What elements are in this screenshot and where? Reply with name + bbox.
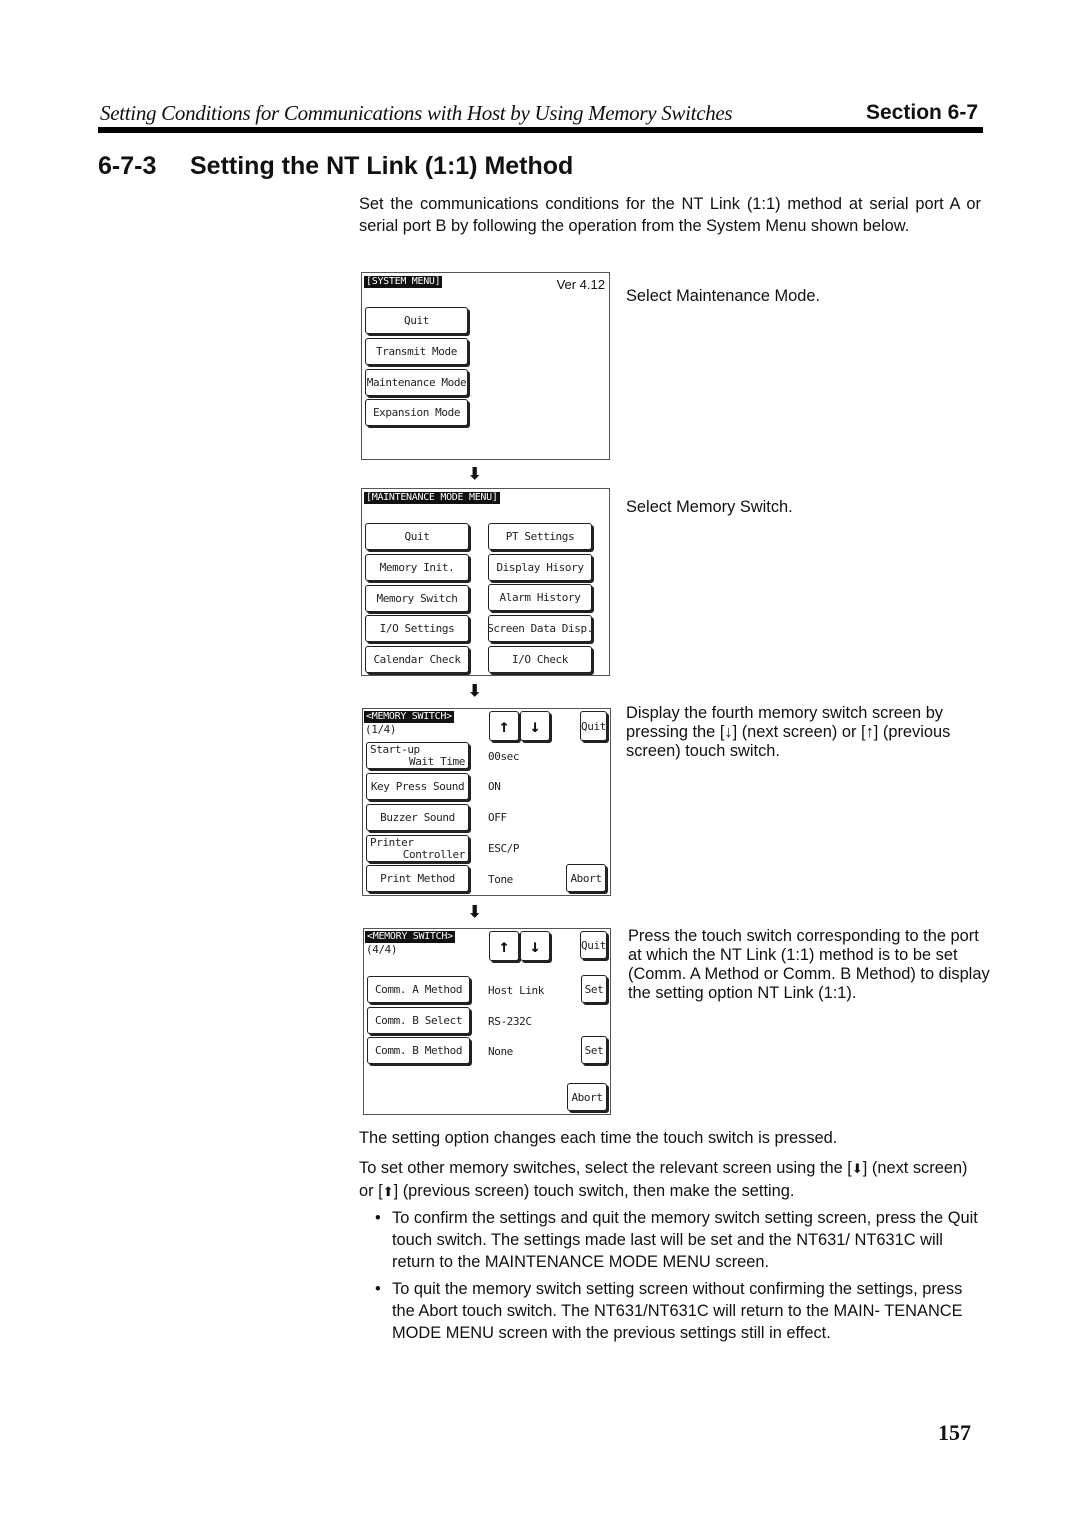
system-menu-screen: [SYSTEM MENU] Ver 4.12 Quit Transmit Mod… (361, 272, 610, 460)
memory-switch-screen-1: <MEMORY SWITCH> (1/4) ↑ ↓ Quit Start-up … (362, 708, 611, 896)
text: ] (previous screen) touch switch, then m… (393, 1182, 795, 1200)
print-method-button[interactable]: Print Method (366, 865, 469, 892)
page-number: 157 (938, 1420, 971, 1445)
intro-paragraph: Set the communications conditions for th… (359, 195, 981, 235)
bullet-icon: • (375, 1209, 381, 1227)
bullet-text: To quit the memory switch setting screen… (392, 1280, 963, 1342)
calendar-check-button[interactable]: Calendar Check (365, 646, 469, 673)
comm-b-set-button[interactable]: Set (581, 1036, 607, 1064)
bullet-item: • To quit the memory switch setting scre… (375, 1278, 981, 1344)
display-history-button[interactable]: Display Hisory (488, 554, 592, 581)
screen-tag: [SYSTEM MENU] (364, 276, 443, 288)
screen-tag: <MEMORY SWITCH> (364, 711, 454, 723)
button-label-line2: Wait Time (408, 754, 465, 768)
memory-init-button[interactable]: Memory Init. (365, 554, 469, 581)
bullet-item: • To confirm the settings and quit the m… (375, 1207, 981, 1273)
expansion-mode-button[interactable]: Expansion Mode (365, 399, 468, 426)
abort-button[interactable]: Abort (567, 1083, 607, 1111)
step-caption: Select Memory Switch. (626, 498, 793, 516)
step-caption: Display the fourth memory switch screen … (626, 704, 951, 760)
screen-tag: [MAINTENANCE MODE MENU] (364, 492, 500, 504)
button-label-line1: Printer (370, 835, 414, 849)
comm-a-method-button[interactable]: Comm. A Method (367, 976, 470, 1003)
comm-a-method-value: Host Link (488, 984, 545, 997)
buzzer-sound-value: OFF (488, 811, 507, 824)
io-settings-button[interactable]: I/O Settings (365, 615, 469, 642)
key-press-sound-value: ON (488, 780, 501, 793)
comm-b-method-value: None (488, 1045, 513, 1058)
flow-arrow-icon: ⬇ (468, 904, 482, 921)
bullet-icon: • (375, 1280, 381, 1298)
heading-title: Setting the NT Link (1:1) Method (190, 152, 574, 180)
up-arrow-icon: ↑ (498, 715, 510, 737)
comm-b-select-value: RS-232C (488, 1015, 532, 1028)
comm-b-select-button[interactable]: Comm. B Select (367, 1007, 470, 1034)
section-heading: 6-7-3 Setting the NT Link (1:1) Method (98, 152, 573, 181)
print-method-value: Tone (488, 873, 513, 886)
step-caption: Press the touch switch corresponding to … (628, 927, 990, 1002)
startup-wait-time-value: 00sec (488, 750, 520, 763)
next-screen-button[interactable]: ↓ (520, 711, 550, 741)
version-label: Ver 4.12 (556, 277, 605, 292)
button-label-line1: Start-up (370, 742, 420, 756)
step-caption: Select Maintenance Mode. (626, 287, 821, 305)
memory-switch-screen-4: <MEMORY SWITCH> (4/4) ↑ ↓ Quit Comm. A M… (363, 928, 611, 1115)
quit-button[interactable]: Quit (365, 307, 468, 334)
header-rule (98, 127, 983, 133)
screen-tag: <MEMORY SWITCH> (365, 931, 455, 943)
comm-a-set-button[interactable]: Set (581, 975, 607, 1003)
comm-b-method-button[interactable]: Comm. B Method (367, 1037, 470, 1064)
page-indicator: (4/4) (366, 943, 398, 956)
printer-controller-value: ESC/P (488, 842, 520, 855)
flow-arrow-icon: ⬇ (468, 466, 482, 483)
previous-screen-button[interactable]: ↑ (489, 931, 519, 961)
buzzer-sound-button[interactable]: Buzzer Sound (366, 804, 469, 831)
alarm-history-button[interactable]: Alarm History (488, 584, 592, 611)
previous-screen-button[interactable]: ↑ (489, 711, 519, 741)
io-check-button[interactable]: I/O Check (488, 646, 592, 673)
text: To set other memory switches, select the… (359, 1159, 852, 1177)
quit-button[interactable]: Quit (365, 523, 469, 550)
screen-data-disp-button[interactable]: Screen Data Disp. (487, 615, 593, 642)
memory-switch-button[interactable]: Memory Switch (365, 585, 469, 612)
page-indicator: (1/4) (365, 723, 397, 736)
down-arrow-icon: ⬇ (851, 1161, 863, 1176)
up-arrow-icon: ↑ (498, 935, 510, 957)
paragraph-setting-option: The setting option changes each time the… (359, 1129, 838, 1147)
flow-arrow-icon: ⬇ (468, 683, 482, 700)
quit-button[interactable]: Quit (580, 711, 607, 741)
bullet-text: To confirm the settings and quit the mem… (392, 1209, 978, 1271)
transmit-mode-button[interactable]: Transmit Mode (365, 338, 468, 365)
maintenance-menu-screen: [MAINTENANCE MODE MENU] Quit Memory Init… (361, 488, 610, 676)
quit-button[interactable]: Quit (580, 931, 607, 959)
printer-controller-button[interactable]: Printer Controller (366, 835, 469, 862)
maintenance-mode-button[interactable]: Maintenance Mode (365, 369, 468, 396)
down-arrow-icon: ↓ (529, 715, 541, 737)
section-label: Section 6-7 (866, 101, 979, 124)
abort-button[interactable]: Abort (566, 864, 606, 892)
running-title: Setting Conditions for Communications wi… (100, 101, 733, 125)
paragraph-other-switches: To set other memory switches, select the… (359, 1157, 981, 1203)
pt-settings-button[interactable]: PT Settings (488, 523, 592, 550)
down-arrow-icon: ↓ (529, 935, 541, 957)
key-press-sound-button[interactable]: Key Press Sound (366, 773, 469, 800)
next-screen-button[interactable]: ↓ (520, 931, 550, 961)
startup-wait-time-button[interactable]: Start-up Wait Time (366, 742, 469, 769)
heading-number: 6-7-3 (98, 152, 157, 180)
up-arrow-icon: ⬆ (382, 1184, 394, 1199)
button-label-line2: Controller (402, 847, 466, 861)
